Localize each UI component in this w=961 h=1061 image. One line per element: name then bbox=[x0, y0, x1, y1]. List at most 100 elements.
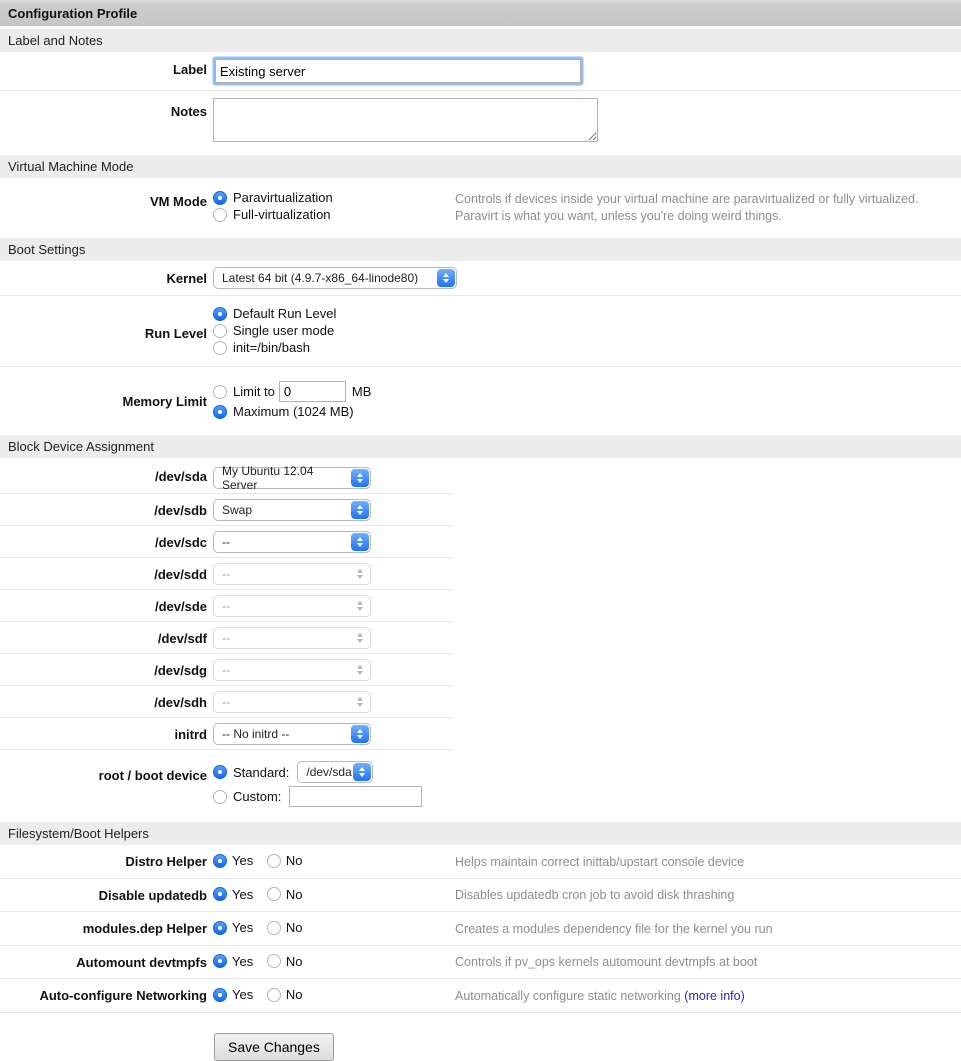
root-device-select[interactable]: /dev/sda bbox=[297, 761, 373, 783]
notes-textarea[interactable] bbox=[213, 98, 598, 142]
radio-yes-icon[interactable] bbox=[213, 954, 227, 968]
automount-devtmpfs-no[interactable]: No bbox=[267, 954, 303, 969]
section-label-and-notes: Label and Notes bbox=[0, 29, 961, 52]
radio-custom-icon[interactable] bbox=[213, 790, 227, 804]
radio-init-bin-bash-icon[interactable] bbox=[213, 341, 227, 355]
select-stepper-icon bbox=[353, 763, 371, 781]
distro-helper-description: Helps maintain correct inittab/upstart c… bbox=[455, 855, 744, 869]
more-info-link[interactable]: (more info) bbox=[684, 989, 744, 1003]
device-row-sdh: /dev/sdh -- bbox=[0, 686, 452, 718]
disable-updatedb-description: Disables updatedb cron job to avoid disk… bbox=[455, 888, 734, 902]
select-stepper-icon bbox=[351, 501, 369, 519]
radio-yes-icon[interactable] bbox=[213, 887, 227, 901]
radio-no-icon[interactable] bbox=[267, 854, 281, 868]
device-label-sdh: /dev/sdh bbox=[0, 695, 207, 710]
radio-full-virtualization-icon[interactable] bbox=[213, 208, 227, 222]
radio-limit-to-icon[interactable] bbox=[213, 385, 227, 399]
initrd-label: initrd bbox=[0, 727, 207, 742]
device-label-sdf: /dev/sdf bbox=[0, 631, 207, 646]
root-device-label: root / boot device bbox=[0, 758, 207, 783]
page-title: Configuration Profile bbox=[0, 0, 961, 26]
device-select-sdb[interactable]: Swap bbox=[213, 499, 371, 521]
initrd-select[interactable]: -- No initrd -- bbox=[213, 723, 371, 745]
vm-mode-option-paravirtualization[interactable]: Paravirtualization bbox=[213, 190, 333, 205]
root-device-option-standard[interactable]: Standard: /dev/sda bbox=[213, 761, 422, 783]
device-label-sda: /dev/sda bbox=[0, 469, 207, 484]
radio-no-icon[interactable] bbox=[267, 921, 281, 935]
radio-maximum-icon[interactable] bbox=[213, 405, 227, 419]
root-device-custom-input[interactable] bbox=[289, 786, 422, 807]
select-stepper-icon bbox=[351, 725, 369, 743]
radio-no-icon[interactable] bbox=[267, 954, 281, 968]
automount-devtmpfs-yes[interactable]: Yes bbox=[213, 954, 253, 969]
label-field-label: Label bbox=[0, 59, 207, 77]
helper-row-distro-helper: Distro Helper Yes No Helps maintain corr… bbox=[0, 845, 961, 879]
memory-limit-option-maximum[interactable]: Maximum (1024 MB) bbox=[213, 404, 371, 419]
kernel-select[interactable]: Latest 64 bit (4.9.7-x86_64-linode80) bbox=[213, 267, 457, 289]
memory-unit-label: MB bbox=[352, 384, 372, 399]
distro-helper-no[interactable]: No bbox=[267, 853, 303, 868]
memory-limit-option-limit[interactable]: Limit to MB bbox=[213, 381, 371, 402]
label-input[interactable] bbox=[215, 59, 581, 83]
device-select-sda[interactable]: My Ubuntu 12.04 Server bbox=[213, 467, 371, 489]
radio-default-run-level-icon[interactable] bbox=[213, 307, 227, 321]
radio-paravirtualization-icon[interactable] bbox=[213, 191, 227, 205]
root-device-option-custom[interactable]: Custom: bbox=[213, 786, 422, 807]
radio-yes-icon[interactable] bbox=[213, 854, 227, 868]
device-label-sdc: /dev/sdc bbox=[0, 535, 207, 550]
vm-mode-label: VM Mode bbox=[0, 188, 207, 209]
auto-configure-networking-yes[interactable]: Yes bbox=[213, 987, 253, 1002]
save-row: Save Changes bbox=[0, 1013, 961, 1061]
distro-helper-label: Distro Helper bbox=[0, 854, 207, 869]
memory-limit-label: Memory Limit bbox=[0, 379, 207, 409]
device-row-sdb: /dev/sdb Swap bbox=[0, 494, 452, 526]
section-filesystem-boot-helpers: Filesystem/Boot Helpers bbox=[0, 822, 961, 845]
device-row-sdf: /dev/sdf -- bbox=[0, 622, 452, 654]
modules-dep-label: modules.dep Helper bbox=[0, 921, 207, 936]
radio-single-user-mode-icon[interactable] bbox=[213, 324, 227, 338]
automount-devtmpfs-label: Automount devtmpfs bbox=[0, 955, 207, 970]
select-stepper-icon bbox=[351, 661, 369, 679]
select-stepper-icon bbox=[351, 693, 369, 711]
vm-mode-option-full-virtualization[interactable]: Full-virtualization bbox=[213, 207, 333, 222]
helper-row-auto-configure-networking: Auto-configure Networking Yes No Automat… bbox=[0, 979, 961, 1013]
device-row-sdd: /dev/sdd -- bbox=[0, 558, 452, 590]
memory-limit-input[interactable] bbox=[279, 381, 346, 402]
radio-yes-icon[interactable] bbox=[213, 921, 227, 935]
modules-dep-yes[interactable]: Yes bbox=[213, 920, 253, 935]
radio-standard-icon[interactable] bbox=[213, 765, 227, 779]
form-row-vm-mode: VM Mode Paravirtualization Full-virtuali… bbox=[0, 178, 961, 238]
section-virtual-machine-mode: Virtual Machine Mode bbox=[0, 155, 961, 178]
run-level-option-default[interactable]: Default Run Level bbox=[213, 306, 336, 321]
form-row-run-level: Run Level Default Run Level Single user … bbox=[0, 296, 961, 367]
auto-configure-networking-description: Automatically configure static networkin… bbox=[455, 989, 745, 1003]
device-label-sdb: /dev/sdb bbox=[0, 503, 207, 518]
auto-configure-networking-no[interactable]: No bbox=[267, 987, 303, 1002]
distro-helper-yes[interactable]: Yes bbox=[213, 853, 253, 868]
run-level-option-single-user[interactable]: Single user mode bbox=[213, 323, 336, 338]
device-row-sdg: /dev/sdg -- bbox=[0, 654, 452, 686]
select-stepper-icon bbox=[351, 533, 369, 551]
device-row-sda: /dev/sda My Ubuntu 12.04 Server bbox=[0, 458, 452, 494]
device-row-sdc: /dev/sdc -- bbox=[0, 526, 452, 558]
form-row-notes: Notes bbox=[0, 91, 961, 155]
device-row-initrd: initrd -- No initrd -- bbox=[0, 718, 452, 750]
auto-configure-networking-label: Auto-configure Networking bbox=[0, 988, 207, 1003]
kernel-label: Kernel bbox=[0, 271, 207, 286]
radio-yes-icon[interactable] bbox=[213, 988, 227, 1002]
select-stepper-icon bbox=[351, 469, 369, 487]
form-row-root-device: root / boot device Standard: /dev/sda Cu… bbox=[0, 750, 961, 822]
disable-updatedb-yes[interactable]: Yes bbox=[213, 887, 253, 902]
device-select-sdf: -- bbox=[213, 627, 371, 649]
select-stepper-icon bbox=[351, 565, 369, 583]
radio-no-icon[interactable] bbox=[267, 988, 281, 1002]
device-select-sde: -- bbox=[213, 595, 371, 617]
modules-dep-no[interactable]: No bbox=[267, 920, 303, 935]
radio-no-icon[interactable] bbox=[267, 887, 281, 901]
section-boot-settings: Boot Settings bbox=[0, 238, 961, 261]
disable-updatedb-no[interactable]: No bbox=[267, 887, 303, 902]
save-button[interactable]: Save Changes bbox=[214, 1033, 334, 1061]
device-label-sdd: /dev/sdd bbox=[0, 567, 207, 582]
device-select-sdc[interactable]: -- bbox=[213, 531, 371, 553]
run-level-option-init-bin-bash[interactable]: init=/bin/bash bbox=[213, 340, 336, 355]
